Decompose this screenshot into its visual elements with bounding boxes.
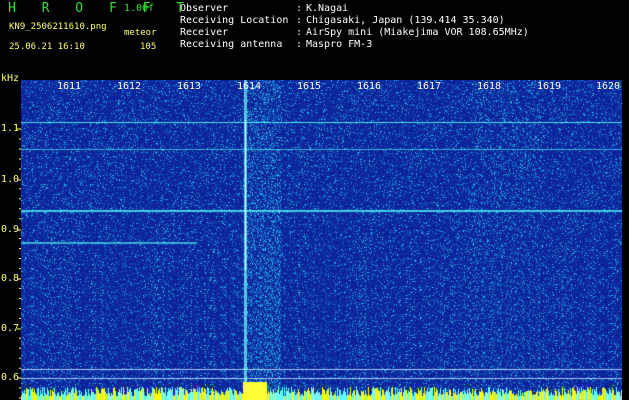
axis-overlay [17, 128, 21, 399]
